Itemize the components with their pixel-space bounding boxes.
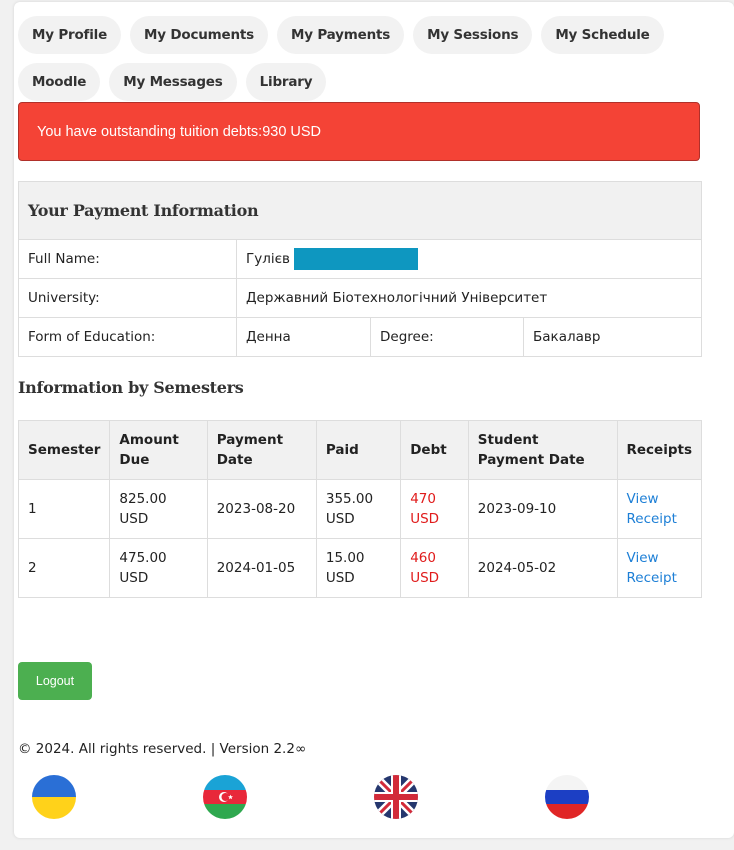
- col-amount-due: Amount Due: [109, 420, 208, 480]
- semester-cell: 2: [17, 538, 111, 598]
- nav-my-documents[interactable]: My Documents: [130, 16, 268, 54]
- logout-button[interactable]: Logout: [18, 662, 92, 700]
- payment-info-table: Your Payment Information Full Name: Гулі…: [18, 181, 702, 357]
- uk-flag-icon[interactable]: [374, 775, 418, 819]
- semesters-title: Information by Semesters: [18, 378, 244, 397]
- nav-library[interactable]: Library: [245, 63, 327, 101]
- nav-my-payments[interactable]: My Payments: [277, 16, 405, 54]
- col-payment-date: Payment Date: [206, 420, 317, 480]
- degree-value: Бакалавр: [523, 317, 702, 357]
- payment-info-title: Your Payment Information: [18, 181, 702, 240]
- view-receipt-link[interactable]: View Receipt: [616, 479, 702, 539]
- col-receipts: Receipts: [616, 420, 702, 480]
- student-payment-date-cell: 2023-09-10: [467, 479, 618, 539]
- form-label: Form of Education:: [18, 317, 237, 357]
- nav-my-schedule[interactable]: My Schedule: [541, 16, 664, 54]
- degree-label: Degree:: [370, 317, 524, 357]
- nav-my-sessions[interactable]: My Sessions: [413, 16, 533, 54]
- col-semester: Semester: [17, 420, 111, 480]
- azerbaijan-flag-icon[interactable]: [203, 775, 247, 819]
- full-name-value: Гулієв: [246, 251, 290, 267]
- payment-date-cell: 2023-08-20: [206, 479, 317, 539]
- top-nav: My Profile My Documents My Payments My S…: [18, 16, 708, 101]
- ukraine-flag-icon[interactable]: [32, 775, 76, 819]
- nav-my-messages[interactable]: My Messages: [109, 63, 237, 101]
- col-student-payment-date: Student Payment Date: [467, 420, 618, 480]
- view-receipt-link[interactable]: View Receipt: [616, 538, 702, 598]
- semesters-table: Semester Amount Due Payment Date Paid De…: [17, 420, 702, 598]
- university-value: Державний Біотехнологічний Університет: [236, 278, 702, 318]
- footer-text: © 2024. All rights reserved. | Version 2…: [18, 741, 307, 757]
- form-value: Денна: [236, 317, 371, 357]
- paid-cell: 355.00 USD: [315, 479, 402, 539]
- payment-date-cell: 2024-01-05: [206, 538, 317, 598]
- redacted-name-block: [293, 248, 418, 270]
- amount-due-cell: 475.00 USD: [109, 538, 208, 598]
- nav-moodle[interactable]: Moodle: [18, 63, 101, 101]
- col-paid: Paid: [315, 420, 402, 480]
- debt-cell: 470 USD: [400, 479, 469, 539]
- full-name-cell: Гулієв: [236, 239, 702, 279]
- student-payment-date-cell: 2024-05-02: [467, 538, 618, 598]
- debt-cell: 460 USD: [400, 538, 469, 598]
- nav-my-profile[interactable]: My Profile: [18, 16, 122, 54]
- russia-flag-icon[interactable]: [545, 775, 589, 819]
- col-debt: Debt: [400, 420, 469, 480]
- full-name-label: Full Name:: [18, 239, 237, 279]
- university-label: University:: [18, 278, 237, 318]
- amount-due-cell: 825.00 USD: [109, 479, 208, 539]
- table-row: 1 825.00 USD 2023-08-20 355.00 USD 470 U…: [17, 479, 702, 539]
- semester-cell: 1: [17, 479, 111, 539]
- debt-alert: You have outstanding tuition debts:930 U…: [18, 102, 700, 161]
- table-row: 2 475.00 USD 2024-01-05 15.00 USD 460 US…: [17, 538, 702, 598]
- paid-cell: 15.00 USD: [315, 538, 402, 598]
